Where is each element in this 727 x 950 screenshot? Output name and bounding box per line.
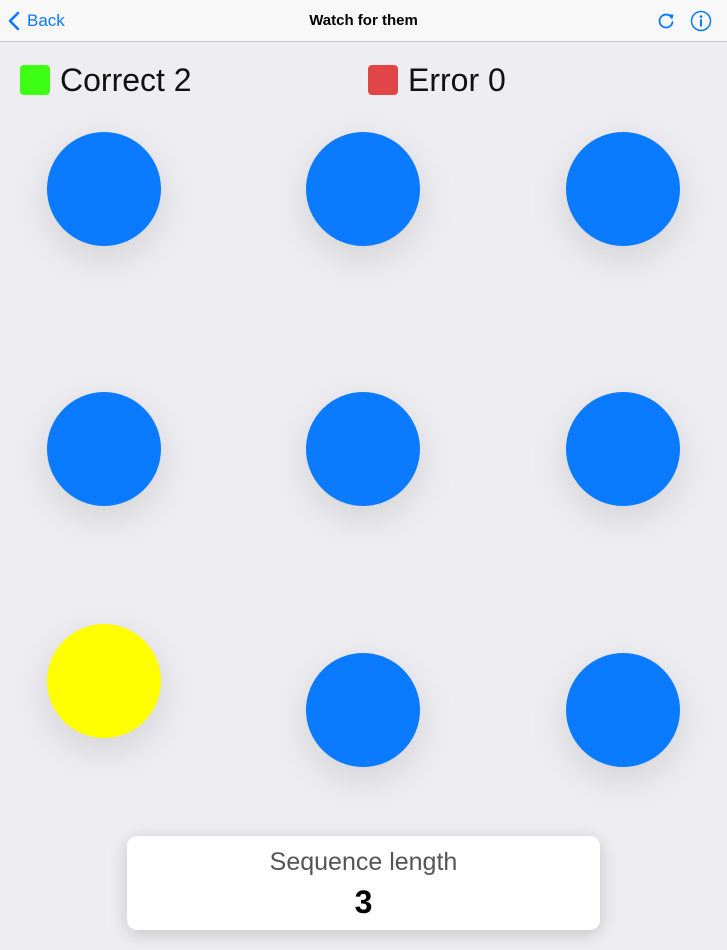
circle-r2-c2[interactable] [306, 392, 420, 506]
page-title: Watch for them [309, 12, 418, 29]
navigation-bar: Back Watch for them [0, 0, 727, 42]
circle-r1-c2[interactable] [306, 132, 420, 246]
circle-r2-c3[interactable] [566, 392, 680, 506]
error-count: Error 0 [408, 61, 506, 98]
circle-r3-c3[interactable] [566, 653, 680, 767]
error-status: Error 0 [368, 60, 506, 100]
correct-status: Correct 2 [20, 60, 192, 100]
sequence-length-value: 3 [354, 884, 373, 920]
correct-swatch [20, 65, 50, 95]
refresh-button[interactable] [655, 10, 677, 32]
refresh-icon [655, 10, 677, 32]
circle-r1-c1[interactable] [47, 132, 161, 246]
sequence-length-label: Sequence length [269, 848, 458, 876]
circle-r3-c1-highlighted[interactable] [47, 624, 161, 738]
error-swatch [368, 65, 398, 95]
circle-r2-c1[interactable] [47, 392, 161, 506]
sequence-length-panel: Sequence length 3 [127, 836, 600, 930]
circle-r3-c2[interactable] [306, 653, 420, 767]
info-icon [690, 10, 712, 32]
circle-r1-c3[interactable] [566, 132, 680, 246]
correct-count: Correct 2 [60, 61, 192, 98]
info-button[interactable] [690, 10, 712, 32]
